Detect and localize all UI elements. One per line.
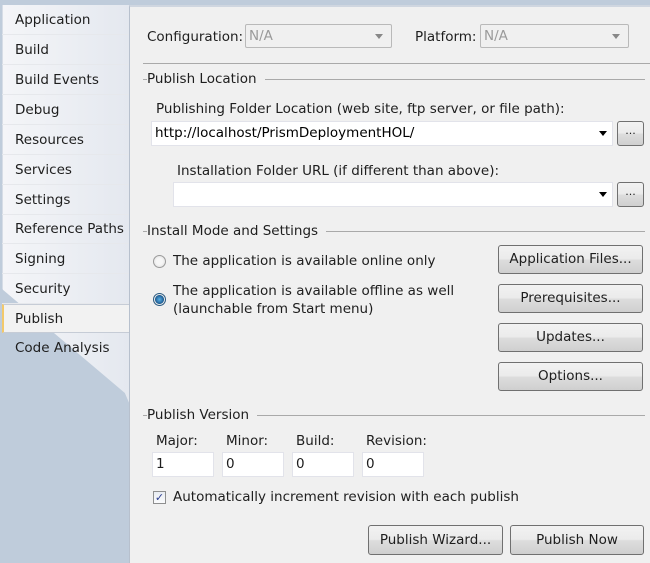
tab-reference-paths[interactable]: Reference Paths [2, 215, 129, 244]
prerequisites-button[interactable]: Prerequisites... [498, 284, 643, 313]
publish-version-title: Publish Version [147, 407, 258, 423]
tab-settings[interactable]: Settings [2, 186, 129, 215]
revision-input[interactable]: 0 [362, 452, 424, 477]
radio-online-only[interactable] [153, 255, 166, 268]
tab-application[interactable]: Application [2, 6, 129, 35]
auto-increment-checkbox[interactable]: ✓ [153, 491, 166, 504]
install-mode-title: Install Mode and Settings [147, 223, 327, 239]
tab-build-events[interactable]: Build Events [2, 66, 129, 95]
install-url-label: Installation Folder URL (if different th… [177, 163, 500, 179]
radio-offline[interactable] [153, 293, 166, 306]
tab-build[interactable]: Build [2, 36, 129, 65]
platform-label: Platform: [415, 29, 477, 45]
application-files-button[interactable]: Application Files... [498, 245, 643, 274]
publish-now-button[interactable]: Publish Now [510, 525, 644, 555]
tab-services[interactable]: Services [2, 156, 129, 185]
configuration-select[interactable]: N/A [245, 24, 392, 48]
tab-publish[interactable]: Publish [2, 304, 132, 333]
header-divider [143, 63, 650, 64]
folder-location-input[interactable]: http://localhost/PrismDeploymentHOL/ [151, 121, 613, 146]
build-input[interactable]: 0 [292, 452, 354, 477]
radio-offline-sublabel[interactable]: (launchable from Start menu) [173, 301, 373, 317]
sidebar: Application Build Build Events Debug Res… [0, 0, 132, 561]
tab-resources[interactable]: Resources [2, 126, 129, 155]
install-url-input[interactable] [173, 182, 613, 207]
updates-button[interactable]: Updates... [498, 323, 643, 352]
revision-label: Revision: [366, 433, 427, 449]
platform-select[interactable]: N/A [480, 24, 629, 48]
minor-input[interactable]: 0 [222, 452, 284, 477]
chevron-down-icon[interactable] [599, 131, 607, 136]
folder-location-value: http://localhost/PrismDeploymentHOL/ [155, 125, 415, 141]
major-input[interactable]: 1 [152, 452, 214, 477]
build-label: Build: [296, 433, 335, 449]
folder-location-label: Publishing Folder Location (web site, ft… [156, 101, 565, 117]
browse-install-url-button[interactable]: ... [617, 182, 644, 207]
tab-signing[interactable]: Signing [2, 245, 129, 274]
radio-offline-label[interactable]: The application is available offline as … [173, 283, 454, 299]
options-button[interactable]: Options... [498, 362, 643, 391]
browse-folder-button[interactable]: ... [617, 121, 644, 146]
minor-label: Minor: [226, 433, 269, 449]
chevron-down-icon [612, 34, 620, 39]
radio-online-only-label[interactable]: The application is available online only [173, 253, 436, 269]
configuration-label: Configuration: [147, 29, 244, 45]
publish-page: Configuration: N/A Platform: N/A Publish… [129, 5, 650, 563]
tab-security[interactable]: Security [2, 275, 129, 304]
chevron-down-icon [375, 34, 383, 39]
major-label: Major: [156, 433, 198, 449]
platform-value: N/A [484, 28, 508, 44]
publish-location-title: Publish Location [147, 71, 265, 87]
tab-debug[interactable]: Debug [2, 96, 129, 125]
auto-increment-label[interactable]: Automatically increment revision with ea… [173, 489, 519, 505]
publish-wizard-button[interactable]: Publish Wizard... [368, 525, 503, 555]
checkmark-icon: ✓ [154, 491, 165, 504]
configuration-value: N/A [249, 28, 273, 44]
chevron-down-icon[interactable] [599, 192, 607, 197]
tab-code-analysis[interactable]: Code Analysis [2, 334, 129, 363]
